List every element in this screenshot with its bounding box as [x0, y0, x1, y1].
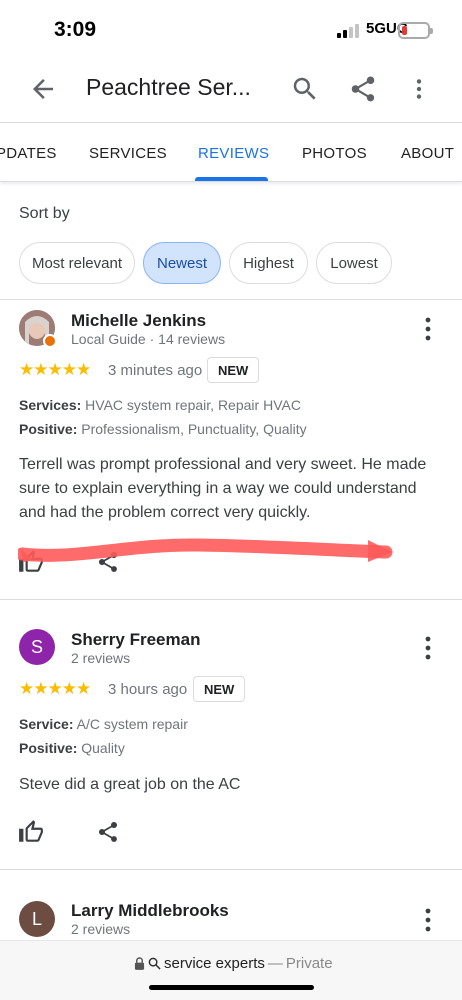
share-review-button[interactable] — [96, 820, 120, 844]
more-vert-icon — [416, 79, 422, 99]
review-more-button[interactable] — [420, 907, 436, 933]
app-bar: Peachtree Ser... — [0, 60, 462, 122]
tab-indicator — [195, 177, 268, 181]
battery-icon — [398, 22, 433, 39]
positive-line: Positive: Professionalism, Punctuality, … — [19, 421, 307, 437]
sort-chip-most-relevant[interactable]: Most relevant — [19, 242, 135, 284]
page-title: Peachtree Ser... — [86, 74, 251, 100]
tab-services[interactable]: SERVICES — [89, 145, 167, 162]
divider — [0, 299, 462, 300]
browser-url-bar[interactable]: service experts — Private — [0, 940, 462, 1000]
tab-photos[interactable]: PHOTOS — [302, 145, 367, 162]
tab-reviews[interactable]: REVIEWS — [198, 145, 269, 162]
more-vert-icon — [425, 636, 431, 660]
local-guide-badge — [43, 334, 57, 348]
tab-about[interactable]: ABOUT — [401, 145, 454, 162]
service-value: A/C system repair — [76, 716, 188, 732]
reviewer-name[interactable]: Larry Middlebrooks — [71, 901, 229, 921]
status-time: 3:09 — [54, 18, 97, 41]
star-rating: ★★★★★ — [19, 679, 91, 698]
new-badge: NEW — [193, 676, 246, 702]
more-vert-icon — [425, 317, 431, 341]
url-text[interactable]: service experts — Private — [134, 955, 333, 972]
reviewer-subtitle: Local Guide · 14 reviews — [71, 331, 226, 347]
private-mode-label: Private — [285, 955, 333, 972]
search-icon — [293, 77, 316, 100]
signal-icon — [337, 22, 361, 38]
reviewer-subtitle: 2 reviews — [71, 921, 131, 937]
lock-icon — [134, 957, 145, 970]
divider — [0, 869, 462, 870]
back-button[interactable] — [28, 74, 58, 104]
positive-value: Quality — [81, 740, 125, 756]
reviewer-name[interactable]: Michelle Jenkins — [71, 311, 206, 331]
sort-chip-highest[interactable]: Highest — [229, 242, 308, 284]
star-rating: ★★★★★ — [19, 360, 91, 379]
positive-value: Professionalism, Punctuality, Quality — [81, 421, 307, 437]
more-vert-icon — [425, 908, 431, 932]
sort-chip-newest[interactable]: Newest — [143, 242, 221, 284]
url-separator: — — [267, 955, 283, 972]
share-button[interactable] — [348, 74, 378, 104]
positive-line: Positive: Quality — [19, 740, 125, 756]
review-time: 3 hours ago — [108, 681, 188, 698]
review-text: Terrell was prompt professional and very… — [19, 456, 427, 521]
review-time: 3 minutes ago — [108, 362, 203, 379]
share-icon — [98, 821, 118, 842]
divider — [0, 599, 462, 600]
like-button[interactable] — [18, 819, 44, 845]
avatar[interactable] — [19, 310, 57, 348]
tab-updates[interactable]: PDATES — [0, 145, 57, 162]
positive-label: Positive: — [19, 421, 78, 437]
services-line: Services: HVAC system repair, Repair HVA… — [19, 397, 301, 413]
more-options-button[interactable] — [406, 74, 432, 104]
new-badge: NEW — [207, 357, 260, 383]
reviewer-name[interactable]: Sherry Freeman — [71, 630, 200, 650]
sort-chip-lowest[interactable]: Lowest — [316, 242, 392, 284]
services-value: HVAC system repair, Repair HVAC — [85, 397, 301, 413]
search-button[interactable] — [290, 74, 320, 104]
annotation-stroke — [18, 538, 393, 562]
reviewer-subtitle: 2 reviews — [71, 650, 131, 666]
sort-label: Sort by — [19, 205, 70, 222]
review-more-button[interactable] — [420, 635, 436, 661]
share-icon — [351, 76, 375, 102]
review-more-button[interactable] — [420, 316, 436, 342]
search-icon — [148, 957, 161, 970]
avatar[interactable]: S — [19, 629, 55, 665]
status-bar: 3:09 5GUC — [0, 0, 462, 60]
service-label: Service: — [19, 716, 74, 732]
avatar[interactable]: L — [19, 901, 55, 937]
positive-label: Positive: — [19, 740, 78, 756]
thumbs-up-icon — [19, 820, 43, 842]
services-label: Services: — [19, 397, 82, 413]
arrow-left-icon — [33, 79, 53, 99]
review-text: Steve did a great job on the AC — [19, 776, 241, 793]
search-query: service experts — [164, 955, 265, 972]
home-indicator[interactable] — [149, 985, 314, 990]
service-line: Service: A/C system repair — [19, 716, 188, 732]
tab-bar: PDATES SERVICES REVIEWS PHOTOS ABOUT — [0, 122, 462, 182]
